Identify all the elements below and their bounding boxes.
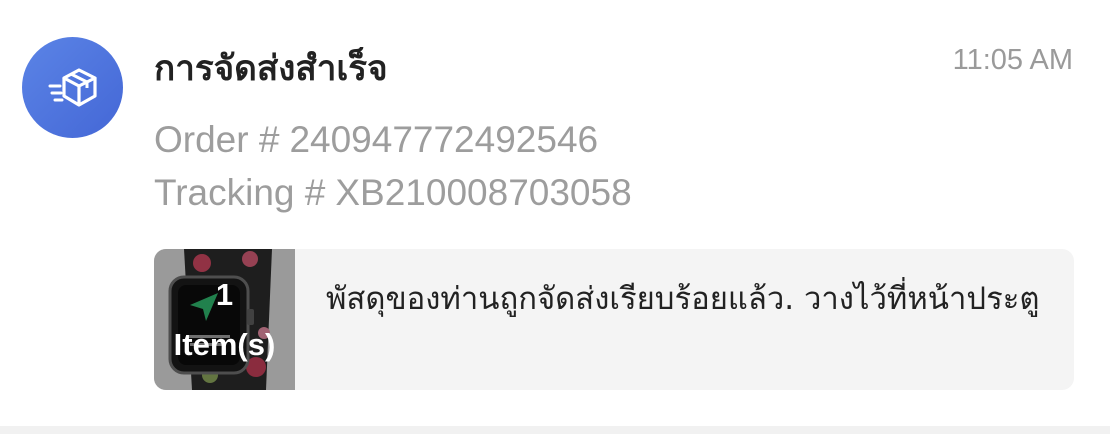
thumbnail-overlay [154,249,295,390]
delivery-avatar [22,37,123,138]
tracking-label: Tracking # [154,172,326,213]
item-unit: Item(s) [173,327,276,362]
order-label: Order # [154,119,280,160]
product-thumbnail[interactable]: 1 Item(s) [154,249,295,390]
bottom-divider [0,426,1110,434]
notification-title: การจัดส่งสำเร็จ [154,49,388,89]
item-count: 1 [215,277,234,312]
delivery-message-card[interactable]: 1 Item(s) พัสดุของท่านถูกจัดส่งเรียบร้อย… [154,249,1074,390]
order-value: 240947772492546 [289,119,599,160]
notification-time: 11:05 AM [952,44,1073,76]
tracking-number: Tracking # XB210008703058 [154,169,632,217]
delivery-notification[interactable]: การจัดส่งสำเร็จ 11:05 AM Order #24094777… [0,0,1110,426]
tracking-value: XB210008703058 [335,172,632,213]
delivery-box-icon [48,66,98,110]
delivery-message: พัสดุของท่านถูกจัดส่งเรียบร้อยแล้ว. วางไ… [326,281,1040,317]
order-number: Order #240947772492546 [154,116,598,164]
